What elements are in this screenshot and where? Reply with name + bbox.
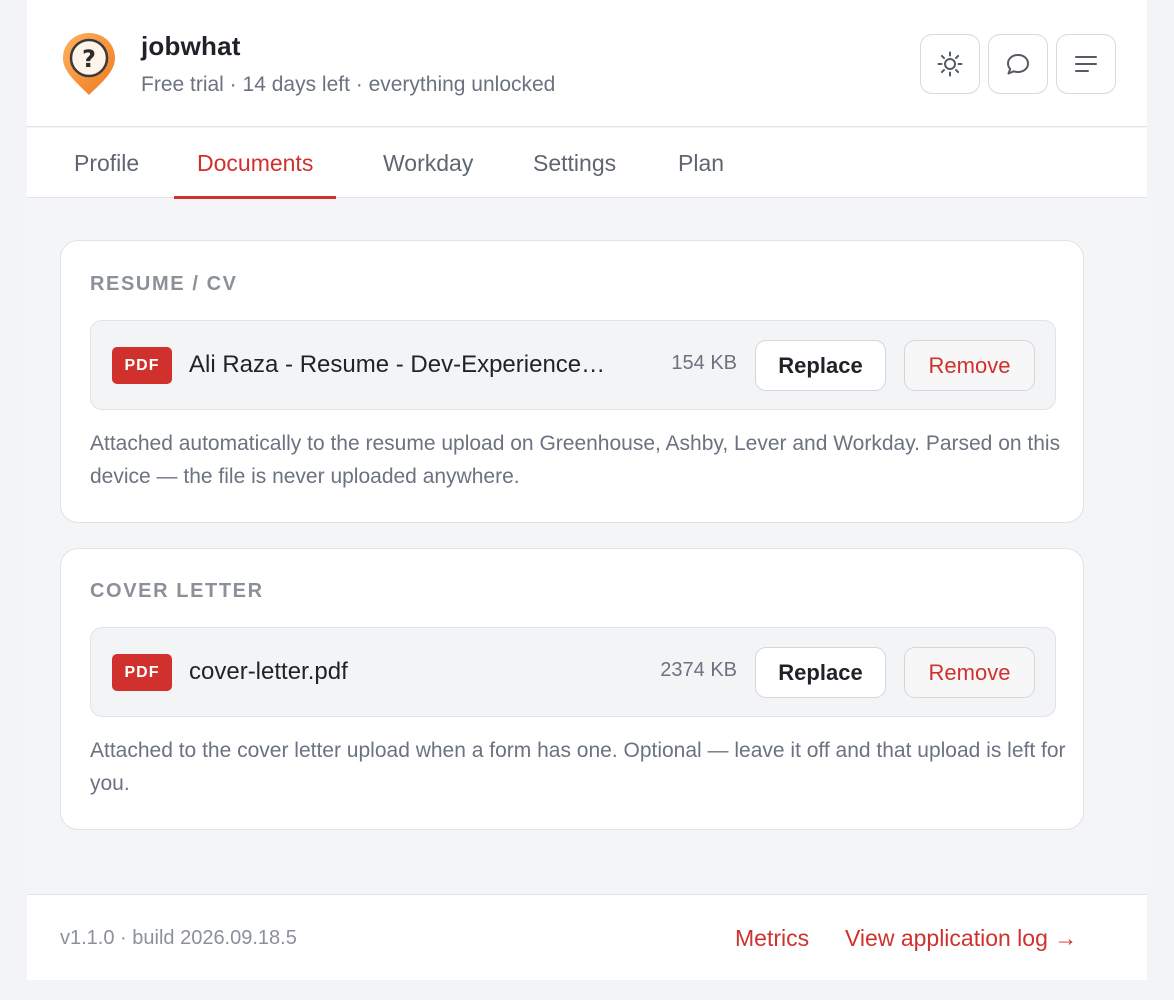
resume-file-row: PDF Ali Raza - Resume - Dev-Experience… … xyxy=(90,320,1056,410)
resume-card: RESUME / CV PDF Ali Raza - Resume - Dev-… xyxy=(60,240,1084,523)
cover-letter-remove-button[interactable]: Remove xyxy=(904,647,1035,698)
resume-replace-button[interactable]: Replace xyxy=(755,340,886,391)
tab-plan[interactable]: Plan xyxy=(655,128,747,198)
logo-glyph: ? xyxy=(82,45,96,73)
tab-profile[interactable]: Profile xyxy=(51,128,162,198)
metrics-link[interactable]: Metrics xyxy=(735,925,809,952)
sun-icon xyxy=(937,51,963,77)
trial-status: Free trial · 14 days left · everything u… xyxy=(141,73,556,96)
tab-documents[interactable]: Documents xyxy=(174,128,337,199)
version-label: v1.1.0 · build 2026.09.18.5 xyxy=(60,927,297,949)
cover-letter-file-size: 2374 KB xyxy=(660,659,737,681)
app-header: ? jobwhat Free trial · 14 days left · ev… xyxy=(27,0,1147,127)
cover-letter-file-row: PDF cover-letter.pdf 2374 KB Replace Rem… xyxy=(90,627,1056,717)
feedback-button[interactable] xyxy=(988,34,1048,94)
resume-note: Attached automatically to the resume upl… xyxy=(90,432,1061,488)
tab-bar: Profile Documents Workday Settings Plan xyxy=(27,128,1147,199)
theme-toggle-button[interactable] xyxy=(920,34,980,94)
cover-letter-card: COVER LETTER PDF cover-letter.pdf 2374 K… xyxy=(60,548,1084,830)
cover-letter-section-title: COVER LETTER xyxy=(90,580,264,602)
cover-letter-replace-button[interactable]: Replace xyxy=(755,647,886,698)
documents-panel: ? jobwhat Free trial · 14 days left · ev… xyxy=(27,0,1147,980)
cover-letter-note: Attached to the cover letter upload when… xyxy=(90,739,1066,795)
pdf-badge: PDF xyxy=(112,654,172,691)
pdf-badge: PDF xyxy=(112,347,172,384)
chat-bubble-icon xyxy=(1007,54,1029,75)
menu-button[interactable] xyxy=(1056,34,1116,94)
tab-settings[interactable]: Settings xyxy=(510,128,639,198)
view-log-link[interactable]: View application log → xyxy=(845,925,1077,952)
logo-pin-icon: ? xyxy=(63,33,115,95)
resume-section-title: RESUME / CV xyxy=(90,273,238,295)
app-name: jobwhat xyxy=(141,31,241,61)
resume-remove-button[interactable]: Remove xyxy=(904,340,1035,391)
resume-file-size: 154 KB xyxy=(671,352,737,374)
footer: v1.1.0 · build 2026.09.18.5 Metrics View… xyxy=(27,894,1147,980)
menu-lines-icon xyxy=(1075,56,1097,72)
cover-letter-file-name: cover-letter.pdf xyxy=(189,658,348,685)
resume-file-name: Ali Raza - Resume - Dev-Experience… xyxy=(189,351,606,378)
tab-workday[interactable]: Workday xyxy=(360,128,496,198)
